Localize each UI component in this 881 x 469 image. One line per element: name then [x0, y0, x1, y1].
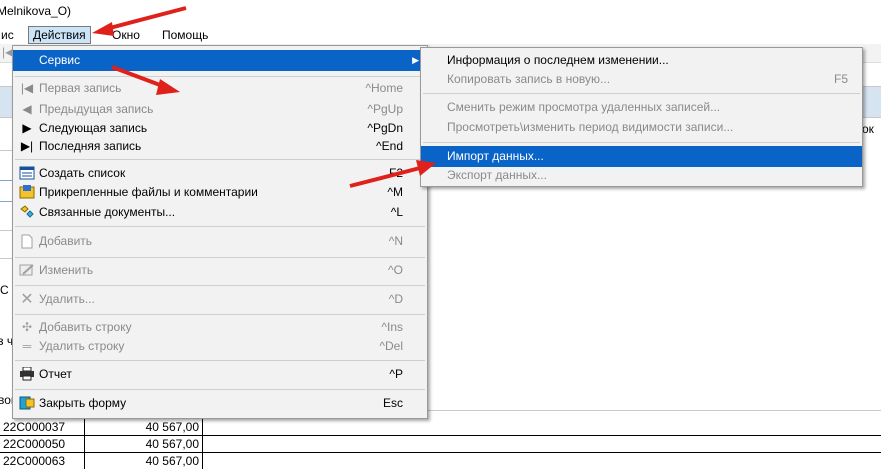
annotation-arrow-service: [111, 65, 180, 95]
annotation-arrows: [92, 6, 436, 188]
annotation-arrow-import: [349, 160, 436, 188]
annotation-arrow-menu: [92, 6, 187, 36]
